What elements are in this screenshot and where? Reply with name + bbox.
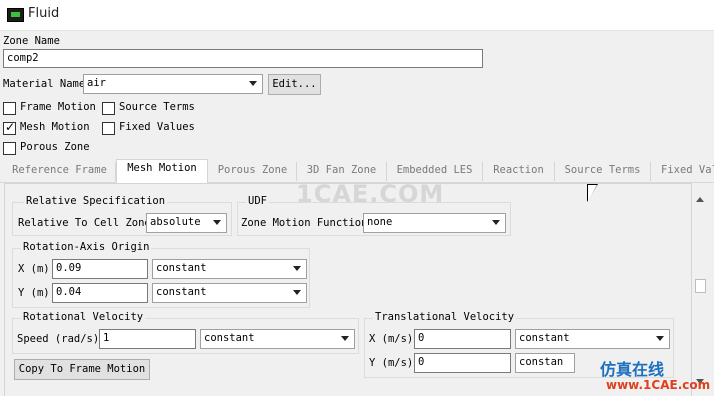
tab-reaction[interactable]: Reaction bbox=[483, 162, 555, 181]
material-name-value: air bbox=[87, 77, 106, 89]
speed-input[interactable]: 1 bbox=[99, 329, 196, 349]
mesh-motion-checkbox[interactable] bbox=[3, 120, 16, 135]
chevron-down-icon bbox=[249, 81, 257, 86]
speed-label: Speed (rad/s) bbox=[17, 333, 100, 345]
rotational-velocity-title: Rotational Velocity bbox=[21, 311, 146, 323]
vertical-scrollbar[interactable] bbox=[692, 193, 708, 396]
mouse-cursor-fill bbox=[588, 185, 597, 201]
tab-fixed-values[interactable]: Fixed Val bbox=[651, 162, 714, 181]
translation-x-mode-value: constant bbox=[519, 332, 570, 344]
fixed-values-label: Fixed Values bbox=[119, 121, 195, 133]
translation-x-label: X (m/s) bbox=[369, 333, 414, 345]
source-terms-checkbox[interactable] bbox=[102, 102, 115, 115]
fixed-values-checkbox[interactable] bbox=[102, 122, 115, 135]
relative-spec-title: Relative Specification bbox=[24, 195, 168, 207]
udf-title: UDF bbox=[246, 195, 269, 207]
chevron-down-icon bbox=[213, 220, 221, 225]
translation-x-input[interactable]: 0 bbox=[414, 329, 511, 349]
window-title: Fluid bbox=[28, 6, 60, 21]
frame-motion-label: Frame Motion bbox=[20, 101, 96, 113]
edit-material-button[interactable]: Edit... bbox=[268, 74, 321, 95]
source-terms-label: Source Terms bbox=[119, 101, 195, 113]
speed-mode-value: constant bbox=[204, 332, 255, 344]
rotation-x-mode-value: constant bbox=[156, 262, 207, 274]
chevron-down-icon bbox=[293, 266, 301, 271]
zone-motion-function-value: none bbox=[367, 216, 393, 228]
watermark-url: www.1CAE.com bbox=[606, 378, 711, 392]
tab-mesh-motion[interactable]: Mesh Motion bbox=[116, 159, 208, 183]
copy-to-frame-motion-button[interactable]: Copy To Frame Motion bbox=[14, 359, 150, 380]
zone-name-input[interactable]: comp2 bbox=[3, 49, 483, 68]
rotation-x-mode-select[interactable]: constant bbox=[152, 259, 307, 279]
relative-to-cell-zone-label: Relative To Cell Zone bbox=[18, 217, 151, 229]
scrollbar-thumb[interactable] bbox=[695, 279, 706, 293]
watermark-cn: 仿真在线 bbox=[600, 360, 665, 379]
translation-y-input[interactable]: 0 bbox=[414, 353, 511, 373]
tab-source-terms[interactable]: Source Terms bbox=[555, 162, 651, 181]
translational-velocity-title: Translational Velocity bbox=[373, 311, 517, 323]
porous-zone-checkbox[interactable] bbox=[3, 142, 16, 155]
relative-to-cell-zone-value: absolute bbox=[150, 216, 201, 228]
material-name-select[interactable]: air bbox=[83, 74, 263, 94]
mesh-motion-label: Mesh Motion bbox=[20, 121, 90, 133]
rotation-x-input[interactable]: 0.09 bbox=[52, 259, 148, 279]
zone-name-label: Zone Name bbox=[3, 35, 60, 47]
material-name-label: Material Name bbox=[3, 78, 86, 90]
relative-to-cell-zone-select[interactable]: absolute bbox=[146, 213, 227, 233]
translation-y-mode-value: constan bbox=[519, 356, 564, 368]
chevron-down-icon bbox=[656, 336, 664, 341]
chevron-down-icon bbox=[293, 290, 301, 295]
tab-3d-fan-zone[interactable]: 3D Fan Zone bbox=[297, 162, 387, 181]
translation-y-mode-select[interactable]: constan bbox=[515, 353, 575, 373]
rotation-y-label: Y (m) bbox=[18, 287, 50, 299]
rotation-y-mode-value: constant bbox=[156, 286, 207, 298]
rotation-axis-origin-title: Rotation-Axis Origin bbox=[21, 241, 152, 253]
translation-x-mode-select[interactable]: constant bbox=[515, 329, 670, 349]
rotation-x-label: X (m) bbox=[18, 263, 50, 275]
translation-y-label: Y (m/s) bbox=[369, 357, 414, 369]
zone-motion-function-select[interactable]: none bbox=[363, 213, 506, 233]
tab-embedded-les[interactable]: Embedded LES bbox=[387, 162, 483, 181]
chevron-down-icon bbox=[341, 336, 349, 341]
tab-reference-frame[interactable]: Reference Frame bbox=[4, 162, 116, 181]
rotation-y-input[interactable]: 0.04 bbox=[52, 283, 148, 303]
arrow-up-icon[interactable] bbox=[696, 197, 704, 202]
zone-motion-function-label: Zone Motion Function bbox=[241, 217, 368, 229]
speed-mode-select[interactable]: constant bbox=[200, 329, 355, 349]
tab-porous-zone[interactable]: Porous Zone bbox=[209, 162, 297, 181]
title-bar bbox=[0, 0, 714, 31]
frame-motion-checkbox[interactable] bbox=[3, 102, 16, 115]
fluent-app-icon bbox=[7, 8, 24, 22]
porous-zone-label: Porous Zone bbox=[20, 141, 90, 153]
chevron-down-icon bbox=[492, 220, 500, 225]
rotation-y-mode-select[interactable]: constant bbox=[152, 283, 307, 303]
